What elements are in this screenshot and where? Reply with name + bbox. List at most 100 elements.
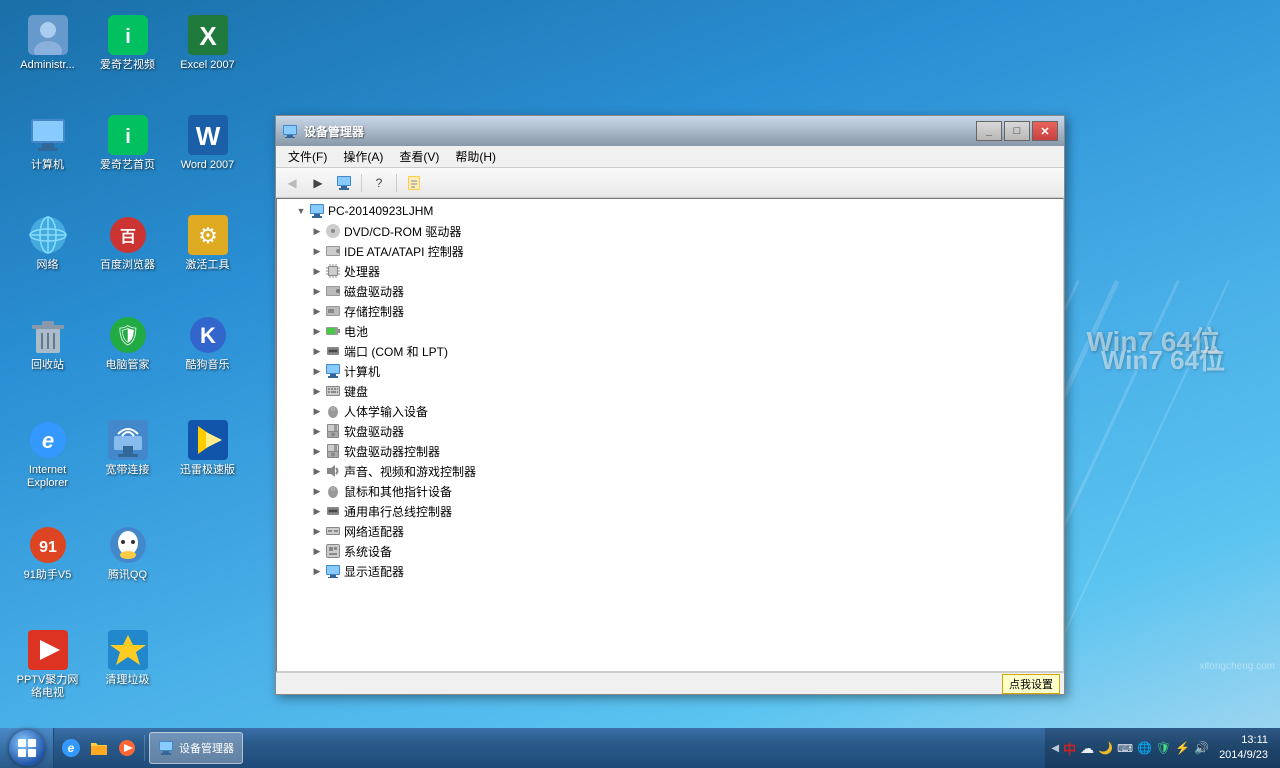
- desktop-icon-recycle[interactable]: 回收站: [10, 310, 85, 377]
- tree-expand-sound[interactable]: ▶: [309, 463, 325, 479]
- tree-expand-storage[interactable]: ▶: [309, 303, 325, 319]
- tree-expand-floppy[interactable]: ▶: [309, 423, 325, 439]
- win7-text: Win7 64位: [1101, 340, 1225, 377]
- toolbar-up[interactable]: [332, 172, 356, 194]
- tree-floppy-ctrl[interactable]: ▶ 软盘驱动器控制器: [277, 441, 1063, 461]
- tray-network[interactable]: 🌐: [1137, 741, 1152, 755]
- tree-expand-display[interactable]: ▶: [309, 563, 325, 579]
- desktop-icon-word[interactable]: W Word 2007: [170, 110, 245, 177]
- tree-keyboard[interactable]: ▶ 键盘: [277, 381, 1063, 401]
- tree-mouse[interactable]: ▶ 鼠标和其他指针设备: [277, 481, 1063, 501]
- tree-dvd[interactable]: ▶ DVD/CD-ROM 驱动器: [277, 221, 1063, 241]
- toolbar-forward[interactable]: ▶: [306, 172, 330, 194]
- desktop-icon-network-label: 网络: [37, 259, 59, 272]
- desktop-icon-broadband[interactable]: 宽带连接: [90, 415, 165, 482]
- tree-expand-port[interactable]: ▶: [309, 343, 325, 359]
- desktop-icon-excel[interactable]: X Excel 2007: [170, 10, 245, 77]
- desktop-icon-network[interactable]: 网络: [10, 210, 85, 277]
- tree-expand-computer2[interactable]: ▶: [309, 363, 325, 379]
- tree-storage[interactable]: ▶ 存储控制器: [277, 301, 1063, 321]
- desktop-icon-kugou[interactable]: K 酷狗音乐: [170, 310, 245, 377]
- desktop-icon-iqiyi2[interactable]: i 爱奇艺首页: [90, 110, 165, 177]
- desktop-icon-ie[interactable]: e Internet Explorer: [10, 415, 85, 495]
- tree-expand-keyboard[interactable]: ▶: [309, 383, 325, 399]
- desktop-icon-91[interactable]: 91 91助手V5: [10, 520, 85, 587]
- desktop-icon-xunlei[interactable]: 迅雷极速版: [170, 415, 245, 482]
- desktop-icon-pptv[interactable]: PPTV聚力网络电视: [10, 625, 85, 705]
- tree-computer2[interactable]: ▶ 计算机: [277, 361, 1063, 381]
- desktop-icon-jihuo[interactable]: ⚙ 激活工具: [170, 210, 245, 277]
- tree-floppy[interactable]: ▶ 软盘驱动器: [277, 421, 1063, 441]
- tree-net[interactable]: ▶ 网络适配器: [277, 521, 1063, 541]
- maximize-button[interactable]: □: [1004, 121, 1030, 141]
- desktop-icon-iqiyi1[interactable]: i 爱奇艺视频: [90, 10, 165, 77]
- tree-dvd-label: DVD/CD-ROM 驱动器: [344, 223, 461, 240]
- ql-media[interactable]: [114, 735, 140, 761]
- tree-expand-net[interactable]: ▶: [309, 523, 325, 539]
- tray-sound[interactable]: 🔊: [1194, 741, 1209, 755]
- tree-expand-ide[interactable]: ▶: [309, 243, 325, 259]
- tree-expand-sys[interactable]: ▶: [309, 543, 325, 559]
- desktop-icon-91-label: 91助手V5: [24, 569, 72, 582]
- tree-root[interactable]: ▼ PC-20140923LJHM: [277, 201, 1063, 221]
- tray-expand[interactable]: ◀: [1051, 743, 1059, 754]
- desktop-icon-admin[interactable]: Administr...: [10, 10, 85, 77]
- kugou-icon: K: [188, 315, 228, 355]
- ql-folder[interactable]: [86, 735, 112, 761]
- tray-thunder[interactable]: ⚡: [1175, 741, 1190, 755]
- desktop-icon-pcmgr[interactable]: 🛡 电脑管家: [90, 310, 165, 377]
- tray-moon[interactable]: 🌙: [1098, 741, 1113, 755]
- toolbar-props[interactable]: [402, 172, 426, 194]
- desktop-icon-recycle-label: 回收站: [31, 359, 64, 372]
- display-icon: [325, 563, 341, 579]
- minimize-button[interactable]: _: [976, 121, 1002, 141]
- desktop-icon-clean[interactable]: 清理垃圾: [90, 625, 165, 692]
- tree-display[interactable]: ▶ 显示适配器: [277, 561, 1063, 581]
- menu-help[interactable]: 帮助(H): [447, 146, 504, 167]
- toolbar-separator2: [396, 174, 397, 192]
- tree-cpu[interactable]: ▶: [277, 261, 1063, 281]
- tree-expand-cpu[interactable]: ▶: [309, 263, 325, 279]
- tree-sound[interactable]: ▶ 声音、视频和游戏控制器: [277, 461, 1063, 481]
- menu-view[interactable]: 查看(V): [391, 146, 447, 167]
- tree-expand-hid[interactable]: ▶: [309, 403, 325, 419]
- tree-serial[interactable]: ▶ 通用串行总线控制器: [277, 501, 1063, 521]
- menu-action[interactable]: 操作(A): [335, 146, 391, 167]
- tray-keyboard[interactable]: ⌨: [1117, 742, 1133, 755]
- computer2-icon: [325, 363, 341, 379]
- tray-cloud[interactable]: ☁: [1080, 740, 1094, 757]
- tree-expand-dvd[interactable]: ▶: [309, 223, 325, 239]
- tree-expand-disk[interactable]: ▶: [309, 283, 325, 299]
- tree-expand-floppy-ctrl[interactable]: ▶: [309, 443, 325, 459]
- tree-ide[interactable]: ▶ IDE ATA/ATAPI 控制器: [277, 241, 1063, 261]
- desktop-icon-computer[interactable]: 计算机: [10, 110, 85, 177]
- tree-port[interactable]: ▶ 端口 (COM 和 LPT): [277, 341, 1063, 361]
- menu-file[interactable]: 文件(F): [280, 146, 335, 167]
- tree-disk[interactable]: ▶ 磁盘驱动器: [277, 281, 1063, 301]
- toolbar-help[interactable]: ?: [367, 172, 391, 194]
- ql-ie[interactable]: e: [58, 735, 84, 761]
- taskbar-device-manager[interactable]: 设备管理器: [149, 732, 243, 764]
- close-button[interactable]: ✕: [1032, 121, 1058, 141]
- tree-expand-battery[interactable]: ▶: [309, 323, 325, 339]
- baidu-icon: 百: [108, 215, 148, 255]
- battery-icon: [325, 323, 341, 339]
- toolbar-back[interactable]: ◀: [280, 172, 304, 194]
- tree-expand-serial[interactable]: ▶: [309, 503, 325, 519]
- desktop-icon-qq[interactable]: 腾讯QQ: [90, 520, 165, 587]
- tree-expand-root[interactable]: ▼: [293, 203, 309, 219]
- system-clock[interactable]: 13:11 2014/9/23: [1213, 733, 1274, 764]
- tree-net-label: 网络适配器: [344, 523, 404, 540]
- start-button[interactable]: [0, 728, 54, 768]
- tray-shield[interactable]: 🛡: [1156, 741, 1171, 755]
- serial-icon: [325, 503, 341, 519]
- statusbar-hint[interactable]: 点我设置: [1002, 674, 1060, 694]
- desktop-icon-baidu[interactable]: 百 百度浏览器: [90, 210, 165, 277]
- tree-expand-mouse[interactable]: ▶: [309, 483, 325, 499]
- tree-battery[interactable]: ▶ 电池: [277, 321, 1063, 341]
- svg-text:X: X: [199, 21, 217, 51]
- tray-sogou[interactable]: 中: [1063, 739, 1076, 758]
- tree-hid[interactable]: ▶ 人体学输入设备: [277, 401, 1063, 421]
- device-tree[interactable]: ▼ PC-20140923LJHM ▶: [276, 198, 1064, 672]
- tree-sys[interactable]: ▶ 系统设备: [277, 541, 1063, 561]
